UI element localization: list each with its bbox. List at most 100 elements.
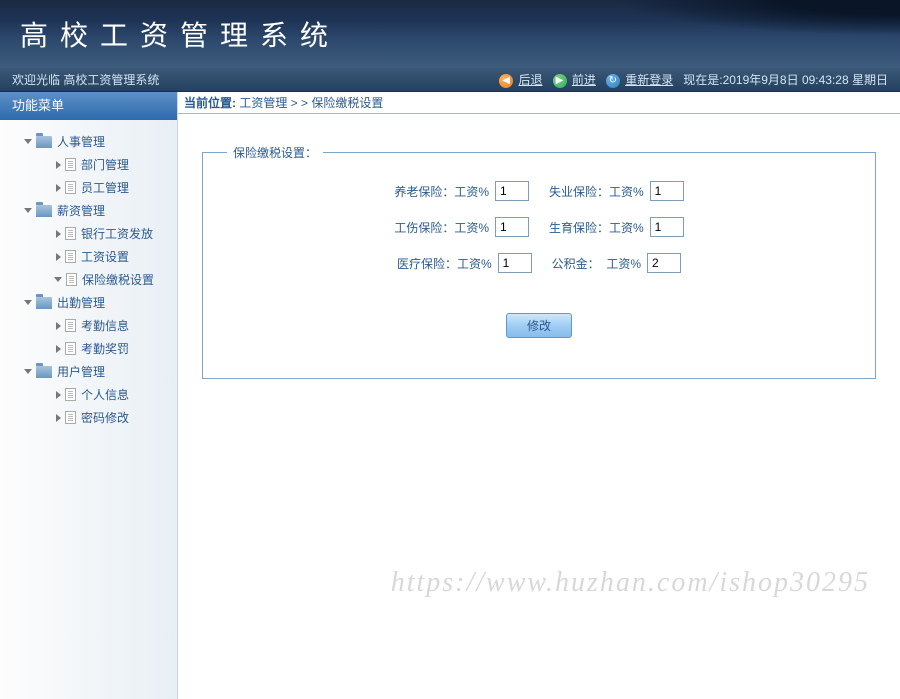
sidebar-item-profile[interactable]: 个人信息 (6, 383, 171, 406)
sidebar-item-label: 出勤管理 (57, 294, 105, 311)
toggle-collapsed-icon (56, 414, 61, 422)
form-row: 养老保险：工资% 失业保险：工资% (227, 181, 851, 201)
datetime-prefix: 现在是: (683, 73, 722, 87)
field-gongjijin: 公积金： 工资% (552, 253, 681, 273)
page-icon (65, 319, 76, 332)
toggle-collapsed-icon (56, 345, 61, 353)
shiye-input[interactable] (650, 181, 684, 201)
sidebar-item-attend-reward[interactable]: 考勤奖罚 (6, 337, 171, 360)
insurance-fieldset: 保险缴税设置： 养老保险：工资% 失业保险：工资% 工伤保险：工资% (202, 144, 876, 379)
field-yanglao: 养老保险：工资% (394, 181, 529, 201)
breadcrumb-prefix: 当前位置: (184, 96, 236, 110)
sidebar-item-label: 员工管理 (81, 179, 129, 196)
sidebar-item-hr[interactable]: 人事管理 (6, 130, 171, 153)
toggle-expanded-icon (24, 208, 32, 213)
toggle-collapsed-icon (56, 161, 61, 169)
relogin-icon: ↻ (606, 74, 620, 88)
field-label: 公积金： 工资% (552, 255, 641, 272)
sidebar-item-user[interactable]: 用户管理 (6, 360, 171, 383)
nav-tree: 人事管理 部门管理 员工管理 薪资管理 银行工资发放 (0, 120, 177, 439)
sidebar-item-label: 用户管理 (57, 363, 105, 380)
relogin-label: 重新登录 (625, 73, 673, 87)
sidebar-item-label: 考勤奖罚 (81, 340, 129, 357)
yiliao-input[interactable] (498, 253, 532, 273)
button-row: 修改 (227, 313, 851, 338)
topbar: 欢迎光临 高校工资管理系统 ◀ 后退 ▶ 前进 ↻ 重新登录 现在是:2019年… (0, 68, 900, 92)
folder-icon (36, 205, 52, 217)
field-yiliao: 医疗保险：工资% (397, 253, 532, 273)
folder-icon (36, 366, 52, 378)
sidebar-item-bank-pay[interactable]: 银行工资发放 (6, 222, 171, 245)
forward-label: 前进 (572, 73, 596, 87)
yanglao-input[interactable] (495, 181, 529, 201)
folder-icon (36, 136, 52, 148)
toggle-collapsed-icon (56, 230, 61, 238)
field-label: 养老保险：工资% (394, 183, 489, 200)
sidebar-item-label: 薪资管理 (57, 202, 105, 219)
field-label: 生育保险：工资% (549, 219, 644, 236)
app-header: 高校工资管理系统 (0, 0, 900, 68)
toggle-collapsed-icon (56, 322, 61, 330)
sidebar-item-label: 工资设置 (81, 248, 129, 265)
page-icon (65, 411, 76, 424)
sidebar-item-label: 密码修改 (81, 409, 129, 426)
sidebar-item-employee[interactable]: 员工管理 (6, 176, 171, 199)
field-shiye: 失业保险：工资% (549, 181, 684, 201)
sidebar-item-dept[interactable]: 部门管理 (6, 153, 171, 176)
sidebar-item-label: 人事管理 (57, 133, 105, 150)
sidebar-item-attendance[interactable]: 出勤管理 (6, 291, 171, 314)
gongshang-input[interactable] (495, 217, 529, 237)
field-label: 医疗保险：工资% (397, 255, 492, 272)
page-icon (65, 158, 76, 171)
folder-icon (36, 297, 52, 309)
sidebar-item-password[interactable]: 密码修改 (6, 406, 171, 429)
forward-link[interactable]: ▶ 前进 (553, 71, 596, 88)
sidebar-item-label: 考勤信息 (81, 317, 129, 334)
sidebar-item-salary-set[interactable]: 工资设置 (6, 245, 171, 268)
sidebar-item-label: 个人信息 (81, 386, 129, 403)
relogin-link[interactable]: ↻ 重新登录 (606, 71, 673, 88)
toggle-collapsed-icon (56, 391, 61, 399)
toggle-collapsed-icon (56, 253, 61, 261)
page-icon (65, 342, 76, 355)
sidebar-item-insurance-tax[interactable]: 保险缴税设置 (6, 268, 171, 291)
shengyu-input[interactable] (650, 217, 684, 237)
datetime-value: 2019年9月8日 09:43:28 星期日 (723, 73, 888, 87)
topbar-right: ◀ 后退 ▶ 前进 ↻ 重新登录 现在是:2019年9月8日 09:43:28 … (499, 71, 888, 88)
toggle-collapsed-icon (56, 184, 61, 192)
sidebar-title: 功能菜单 (0, 92, 177, 120)
datetime: 现在是:2019年9月8日 09:43:28 星期日 (683, 71, 888, 88)
page-icon (65, 250, 76, 263)
sidebar: 功能菜单 人事管理 部门管理 员工管理 薪资管理 (0, 92, 178, 699)
welcome-text: 欢迎光临 高校工资管理系统 (12, 71, 159, 88)
page-icon (65, 227, 76, 240)
form-row: 工伤保险：工资% 生育保险：工资% (227, 217, 851, 237)
sidebar-item-attend-info[interactable]: 考勤信息 (6, 314, 171, 337)
form-row: 医疗保险：工资% 公积金： 工资% (227, 253, 851, 273)
sidebar-item-label: 银行工资发放 (81, 225, 153, 242)
toggle-expanded-icon (24, 139, 32, 144)
content: 保险缴税设置： 养老保险：工资% 失业保险：工资% 工伤保险：工资% (178, 114, 900, 699)
main-panel: 当前位置: 工资管理 > > 保险缴税设置 保险缴税设置： 养老保险：工资% 失… (178, 92, 900, 699)
sidebar-item-label: 保险缴税设置 (82, 271, 154, 288)
back-label: 后退 (518, 73, 542, 87)
field-gongshang: 工伤保险：工资% (394, 217, 529, 237)
toggle-expanded-icon (24, 300, 32, 305)
sidebar-item-salary[interactable]: 薪资管理 (6, 199, 171, 222)
forward-arrow-icon: ▶ (553, 74, 567, 88)
submit-button[interactable]: 修改 (506, 313, 572, 338)
sidebar-item-label: 部门管理 (81, 156, 129, 173)
page-icon (66, 273, 77, 286)
page-icon (65, 388, 76, 401)
header-decor (560, 0, 900, 68)
toggle-expanded-icon (54, 277, 62, 282)
app-title: 高校工资管理系统 (20, 14, 340, 54)
back-link[interactable]: ◀ 后退 (499, 71, 542, 88)
breadcrumb-path: 工资管理 > > 保险缴税设置 (239, 96, 383, 110)
back-arrow-icon: ◀ (499, 74, 513, 88)
field-shengyu: 生育保险：工资% (549, 217, 684, 237)
fieldset-legend: 保险缴税设置： (227, 144, 323, 161)
gongjijin-input[interactable] (647, 253, 681, 273)
page-icon (65, 181, 76, 194)
toggle-expanded-icon (24, 369, 32, 374)
